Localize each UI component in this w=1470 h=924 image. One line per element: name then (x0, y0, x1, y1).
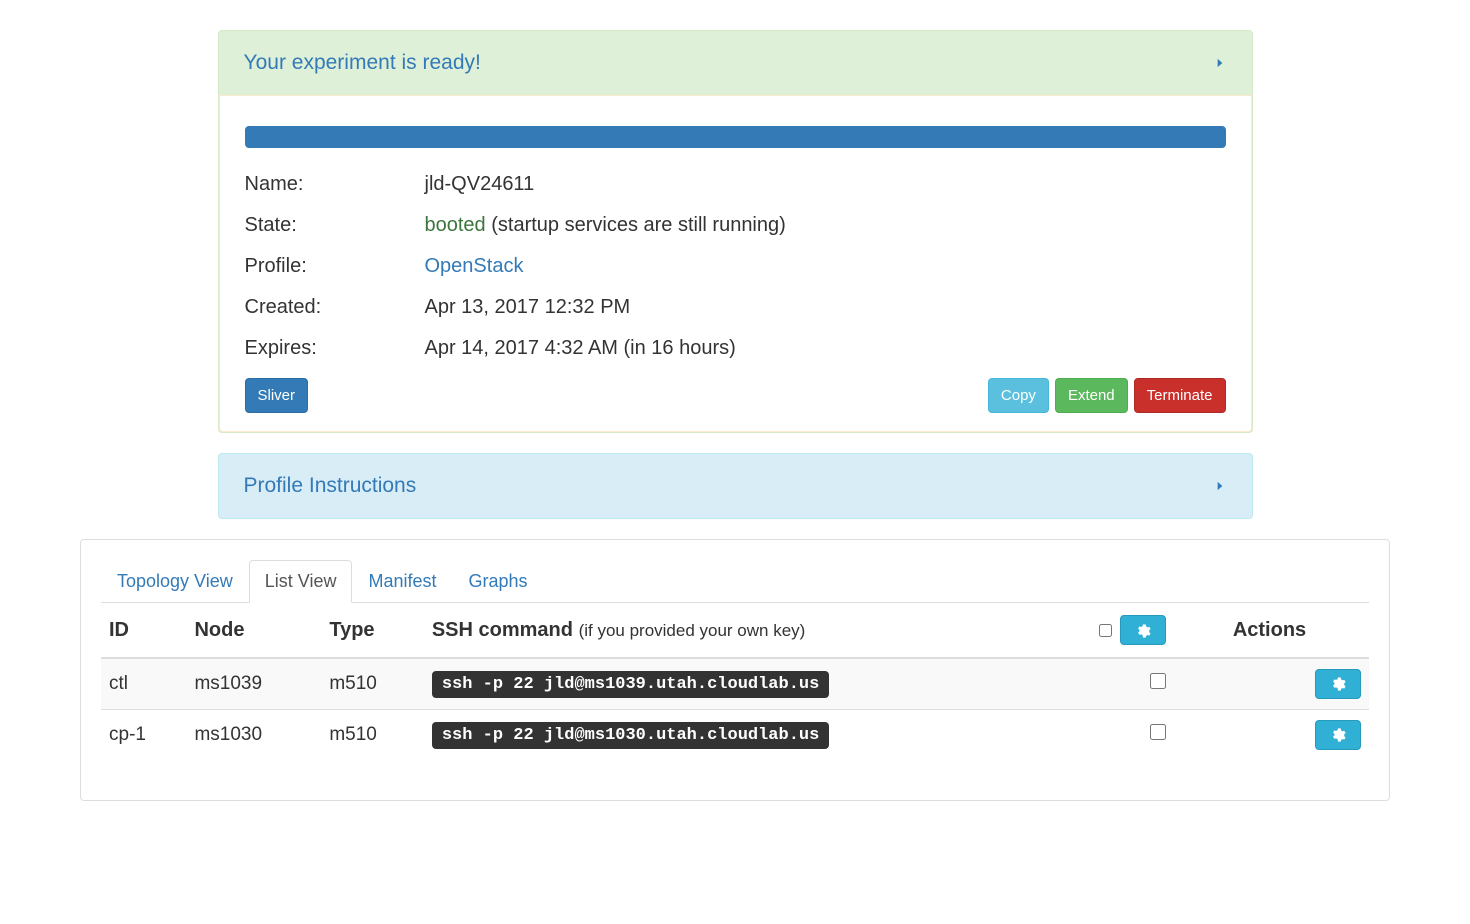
col-type: Type (321, 603, 424, 658)
state-booted-text: booted (425, 214, 486, 236)
row-checkbox[interactable] (1150, 673, 1166, 689)
experiment-ready-panel: Your experiment is ready! Name: jld-QV24… (218, 30, 1253, 433)
tab-manifest[interactable]: Manifest (352, 560, 452, 603)
state-value: booted (startup services are still runni… (425, 214, 1226, 237)
gear-icon (1135, 622, 1151, 638)
extend-button[interactable]: Extend (1055, 378, 1128, 413)
profile-label: Profile: (245, 255, 425, 278)
chevron-right-icon (1213, 479, 1227, 493)
row-actions-button[interactable] (1315, 669, 1361, 699)
progress-bar (245, 126, 1226, 148)
ssh-command[interactable]: ssh -p 22 jld@ms1039.utah.cloudlab.us (432, 671, 829, 698)
cell-checkbox (1091, 658, 1225, 710)
col-checkbox (1091, 603, 1225, 658)
col-node: Node (186, 603, 321, 658)
cell-actions (1225, 710, 1369, 761)
profile-link[interactable]: OpenStack (425, 255, 524, 277)
ssh-command[interactable]: ssh -p 22 jld@ms1030.utah.cloudlab.us (432, 722, 829, 749)
cell-checkbox (1091, 710, 1225, 761)
chevron-right-icon (1213, 56, 1227, 70)
nodes-panel: Topology View List View Manifest Graphs … (80, 539, 1390, 801)
copy-button[interactable]: Copy (988, 378, 1049, 413)
col-actions: Actions (1225, 603, 1369, 658)
row-actions-button[interactable] (1315, 720, 1361, 750)
cell-ssh: ssh -p 22 jld@ms1030.utah.cloudlab.us (424, 710, 1091, 761)
terminate-button[interactable]: Terminate (1134, 378, 1226, 413)
cell-node: ms1030 (186, 710, 321, 761)
table-row: ctlms1039m510 ssh -p 22 jld@ms1039.utah.c… (101, 658, 1369, 710)
col-id: ID (101, 603, 186, 658)
experiment-ready-heading[interactable]: Your experiment is ready! (219, 31, 1252, 95)
bulk-actions-button[interactable] (1120, 615, 1166, 645)
select-all-checkbox[interactable] (1099, 624, 1112, 637)
cell-ssh: ssh -p 22 jld@ms1039.utah.cloudlab.us (424, 658, 1091, 710)
name-label: Name: (245, 173, 425, 196)
row-checkbox[interactable] (1150, 724, 1166, 740)
expires-value: Apr 14, 2017 4:32 AM (in 16 hours) (425, 337, 1226, 360)
expires-label: Expires: (245, 337, 425, 360)
col-ssh: SSH command (if you provided your own ke… (424, 603, 1091, 658)
col-ssh-label: SSH command (432, 619, 573, 641)
col-ssh-note: (if you provided your own key) (579, 621, 806, 640)
tab-graphs[interactable]: Graphs (452, 560, 543, 603)
cell-type: m510 (321, 658, 424, 710)
profile-instructions-panel: Profile Instructions (218, 453, 1253, 519)
tab-list-view[interactable]: List View (249, 560, 353, 603)
state-note-text: (startup services are still running) (491, 214, 786, 236)
cell-id: ctl (101, 658, 186, 710)
cell-id: cp-1 (101, 710, 186, 761)
created-label: Created: (245, 296, 425, 319)
tab-topology[interactable]: Topology View (101, 560, 249, 603)
node-table: ID Node Type SSH command (if you provide… (101, 603, 1369, 760)
profile-instructions-heading[interactable]: Profile Instructions (219, 454, 1252, 518)
cell-node: ms1039 (186, 658, 321, 710)
experiment-ready-title: Your experiment is ready! (244, 51, 481, 75)
state-label: State: (245, 214, 425, 237)
created-value: Apr 13, 2017 12:32 PM (425, 296, 1226, 319)
cell-type: m510 (321, 710, 424, 761)
name-value: jld-QV24611 (425, 173, 1226, 196)
experiment-details-body: Name: jld-QV24611 State: booted (startup… (219, 95, 1252, 432)
view-tabs: Topology View List View Manifest Graphs (101, 560, 1369, 603)
profile-instructions-title: Profile Instructions (244, 474, 417, 498)
table-row: cp-1ms1030m510 ssh -p 22 jld@ms1030.utah.… (101, 710, 1369, 761)
sliver-button[interactable]: Sliver (245, 378, 309, 413)
gear-icon (1330, 676, 1346, 692)
gear-icon (1330, 727, 1346, 743)
cell-actions (1225, 658, 1369, 710)
